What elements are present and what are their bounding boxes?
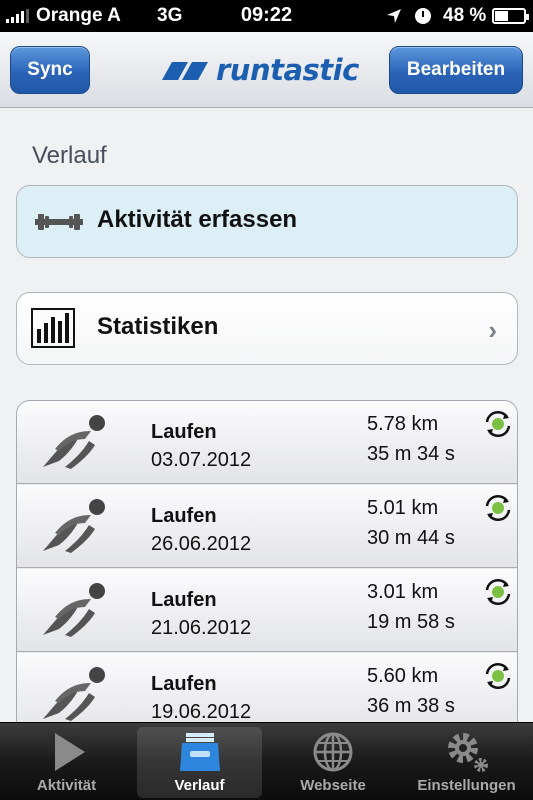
bar-chart-icon: [31, 308, 75, 348]
runner-icon: [43, 415, 105, 469]
activity-row[interactable]: Laufen 21.06.2012 3.01 km 19 m 58 s: [17, 569, 517, 652]
activity-date: 21.06.2012: [151, 617, 252, 639]
tab-activity[interactable]: Aktivität: [0, 723, 133, 800]
history-content: Verlauf Aktivität erfassen Statistiken ›…: [0, 108, 533, 722]
tab-label: Verlauf: [174, 777, 225, 794]
runtastic-logo-mark-icon: [162, 62, 208, 80]
tab-label: Aktivität: [36, 777, 97, 794]
synced-icon: [485, 410, 511, 438]
synced-icon: [485, 662, 511, 690]
activity-duration: 30 m 44 s: [367, 527, 455, 549]
synced-icon: [485, 578, 511, 606]
battery-percent: 48 %: [443, 5, 487, 26]
play-icon: [54, 733, 85, 771]
battery-icon: [492, 8, 529, 24]
runner-icon: [43, 667, 105, 721]
edit-button[interactable]: Bearbeiten: [389, 46, 523, 94]
activity-row[interactable]: Laufen 03.07.2012 5.78 km 35 m 34 s: [17, 401, 517, 484]
activity-row[interactable]: Laufen 26.06.2012 5.01 km 30 m 44 s: [17, 485, 517, 568]
runner-icon: [43, 499, 105, 553]
activity-date: 26.06.2012: [151, 533, 252, 555]
activity-distance: 5.60 km: [367, 665, 439, 687]
globe-icon: [313, 732, 353, 772]
page-title: Verlauf: [32, 142, 107, 169]
activity-type: Laufen: [151, 589, 217, 611]
activity-duration: 35 m 34 s: [367, 443, 455, 465]
inbox-icon: [179, 733, 220, 771]
status-bar: Orange A 3G 09:22 48 %: [0, 0, 533, 32]
tab-settings[interactable]: Einstellungen: [400, 723, 533, 800]
tab-website[interactable]: Webseite: [266, 723, 400, 800]
synced-icon: [485, 494, 511, 522]
activity-row[interactable]: Laufen 19.06.2012 5.60 km 36 m 38 s: [17, 653, 517, 722]
activity-duration: 19 m 58 s: [367, 611, 455, 633]
record-activity-button[interactable]: Aktivität erfassen: [16, 185, 518, 258]
activity-distance: 5.78 km: [367, 413, 439, 435]
statistics-button[interactable]: Statistiken ›: [16, 292, 518, 365]
activity-distance: 3.01 km: [367, 581, 439, 603]
tab-bar: Aktivität Verlauf Webseite Einstellungen: [0, 722, 533, 800]
activity-distance: 5.01 km: [367, 497, 439, 519]
activity-type: Laufen: [151, 673, 217, 695]
activity-type: Laufen: [151, 421, 217, 443]
dumbbell-icon: [35, 214, 83, 230]
runner-icon: [43, 583, 105, 637]
logo-text: runtastic: [216, 53, 359, 87]
activity-date: 19.06.2012: [151, 701, 252, 722]
tab-label: Webseite: [300, 777, 366, 794]
chevron-right-icon: ›: [488, 315, 497, 345]
tab-history[interactable]: Verlauf: [133, 723, 266, 800]
gear-icon: [447, 733, 488, 772]
navigation-bar: Sync runtastic Bearbeiten: [0, 32, 533, 108]
record-activity-label: Aktivität erfassen: [97, 206, 298, 233]
runtastic-logo: runtastic: [156, 50, 366, 90]
activity-duration: 36 m 38 s: [367, 695, 455, 717]
location-arrow-icon: [387, 9, 401, 23]
sync-button[interactable]: Sync: [10, 46, 90, 94]
activity-type: Laufen: [151, 505, 217, 527]
tab-label: Einstellungen: [417, 777, 516, 794]
activity-list: Laufen 03.07.2012 5.78 km 35 m 34 s Lauf…: [16, 400, 518, 722]
statistics-label: Statistiken: [97, 313, 219, 340]
alarm-clock-icon: [415, 8, 431, 24]
activity-date: 03.07.2012: [151, 449, 252, 471]
